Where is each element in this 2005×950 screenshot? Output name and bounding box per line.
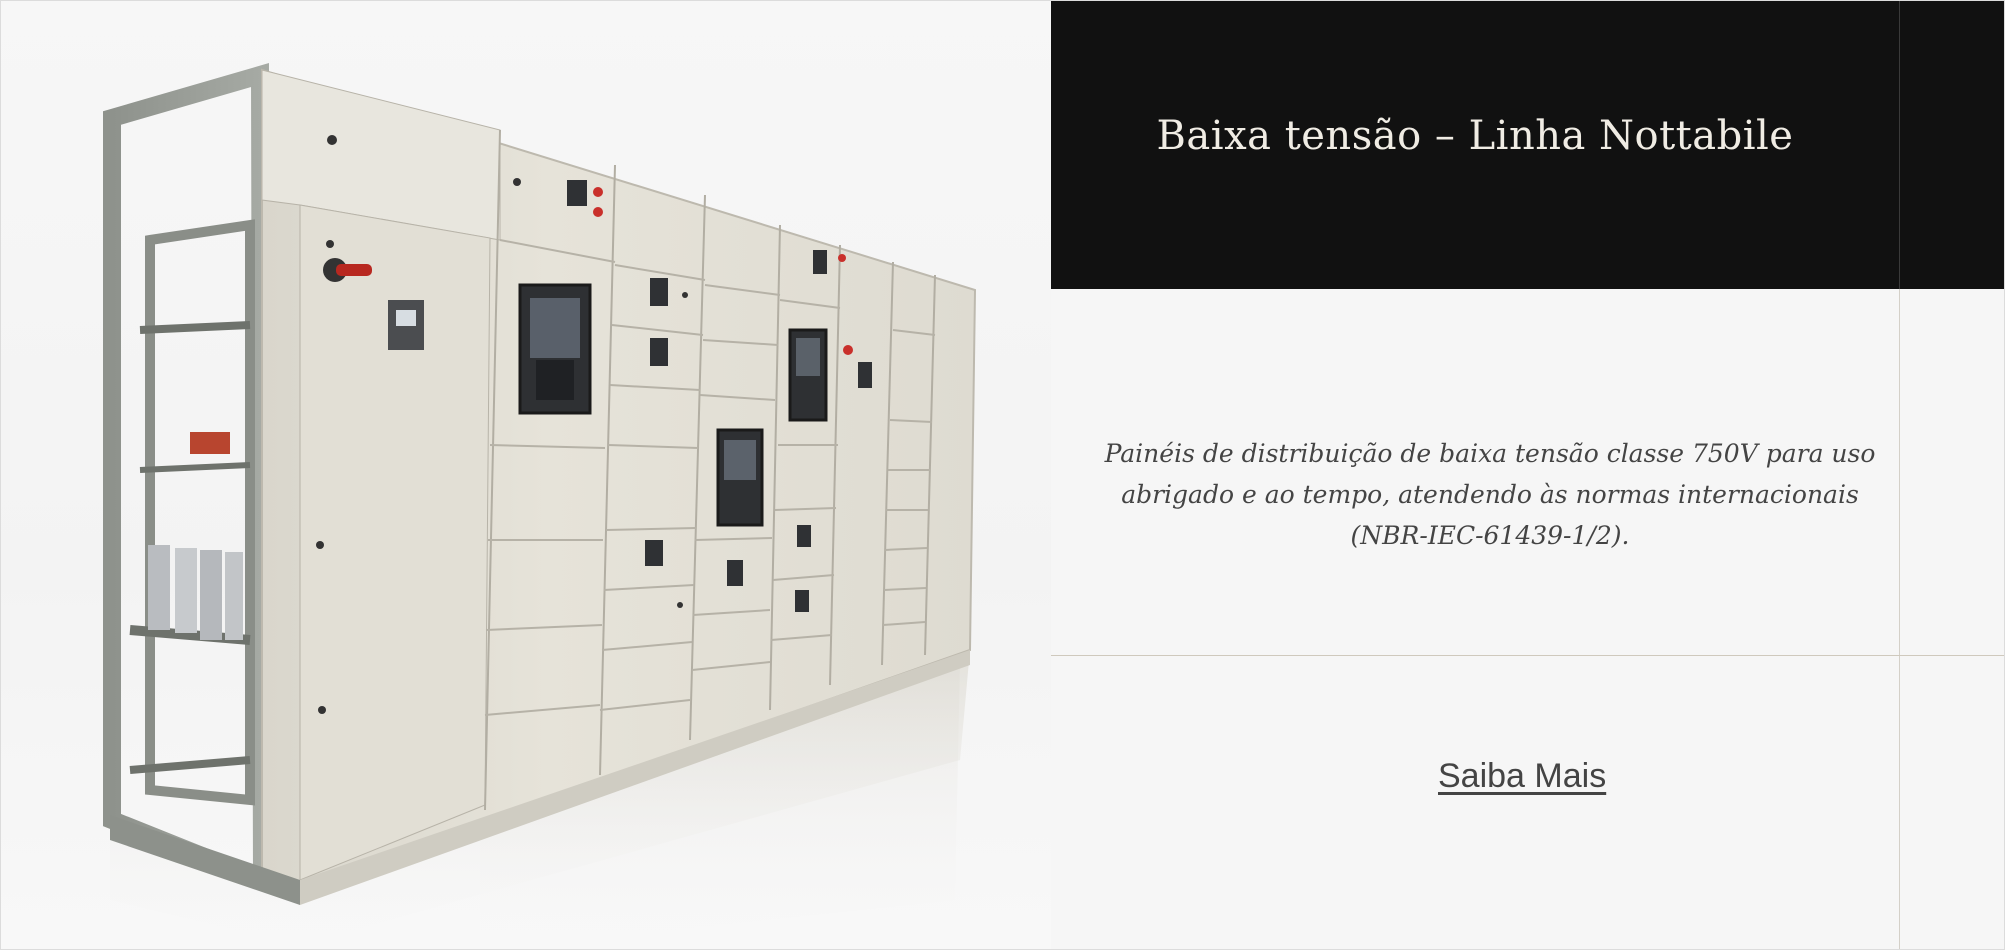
title-block: Baixa tensão – Linha Nottabile [1051, 0, 1899, 289]
column-divider-dark [1899, 0, 1900, 289]
page-title: Baixa tensão – Linha Nottabile [1156, 112, 1794, 159]
learn-more-link[interactable]: Saiba Mais [1438, 757, 1606, 796]
product-image [0, 0, 1051, 950]
section-divider [1051, 655, 2005, 656]
switchgear-illustration [103, 63, 977, 950]
title-block-extension [1900, 0, 2005, 289]
product-description: Painéis de distribuição de baixa tensão … [1104, 439, 1876, 550]
